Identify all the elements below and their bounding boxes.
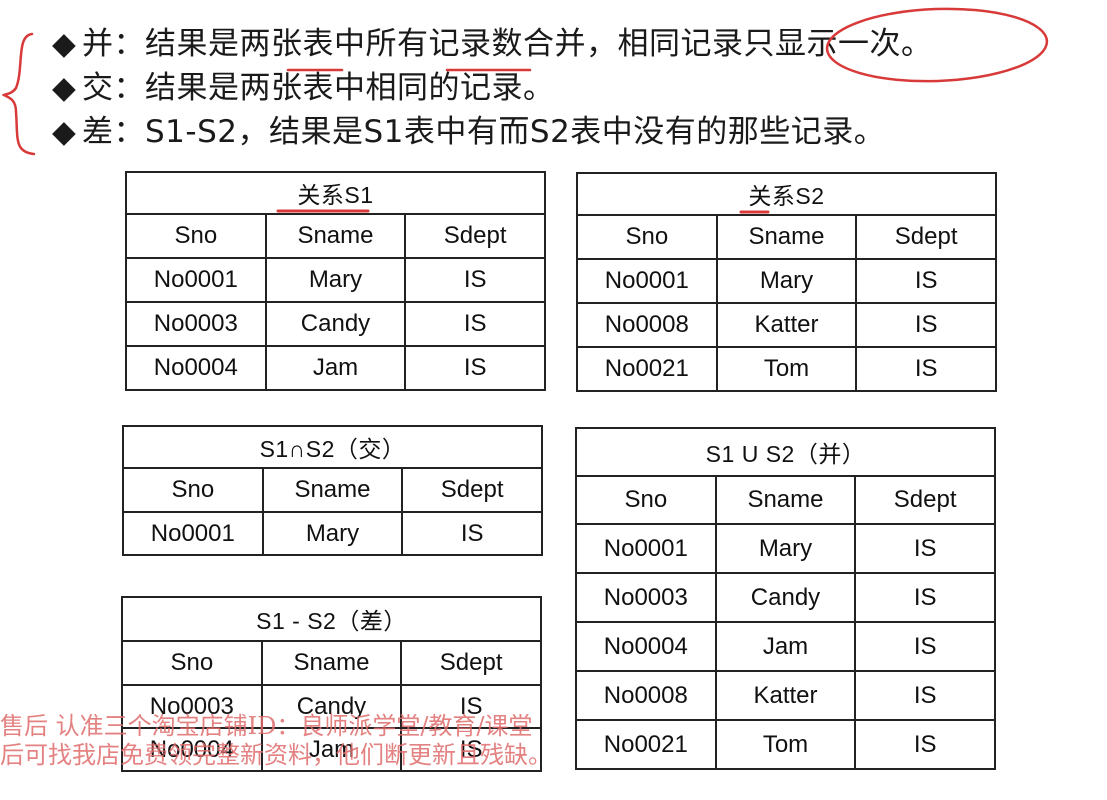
- cell-sno: No0001: [575, 523, 717, 574]
- cell-sname: Mary: [715, 258, 858, 304]
- column-header-sdept: Sdept: [855, 214, 997, 260]
- table-row: No0001 Mary IS: [575, 523, 996, 574]
- cell-sno: No0001: [125, 257, 267, 303]
- table-row: No0001 Mary IS: [125, 257, 546, 303]
- column-header-sno: Sno: [576, 214, 718, 260]
- cell-sdept: IS: [401, 511, 543, 556]
- cell-sname: Mary: [261, 511, 404, 556]
- cell-sno: No0008: [575, 670, 717, 721]
- cell-sdept: IS: [404, 345, 546, 391]
- cell-sname: Candy: [264, 301, 407, 347]
- cell-sdept: IS: [404, 301, 546, 347]
- table-union: S1 U S2（并） Sno Sname Sdept No0001 Mary I…: [575, 427, 996, 770]
- cell-sdept: IS: [855, 258, 997, 304]
- cell-sno: No0004: [575, 621, 717, 672]
- table-difference: S1 - S2（差） Sno Sname Sdept No0003 Candy …: [121, 596, 542, 772]
- cell-sdept: IS: [855, 302, 997, 348]
- column-header-sname: Sname: [264, 213, 407, 259]
- bullet-intersection: ◆ 交：结果是两张表中相同的记录。: [52, 66, 933, 110]
- cell-sdept: IS: [854, 572, 996, 623]
- table-row: No0003 Candy IS: [125, 301, 546, 347]
- column-header-sno: Sno: [122, 467, 264, 513]
- brace-annotation: [2, 32, 36, 156]
- cell-sname: Mary: [714, 523, 857, 574]
- cell-sname: Jam: [714, 621, 857, 672]
- table-row: No0004 Jam IS: [575, 621, 996, 672]
- cell-sno: No0003: [575, 572, 717, 623]
- column-header-sno: Sno: [125, 213, 267, 259]
- bullet-list: ◆ 并：结果是两张表中所有记录数合并，相同记录只显示一次。 ◆ 交：结果是两张表中相…: [52, 22, 933, 154]
- table-row: No0001 Mary IS: [122, 511, 543, 556]
- table-row: No0004 Jam IS: [121, 727, 542, 772]
- cell-sno: No0008: [576, 302, 718, 348]
- bullet-text: 交：结果是两张表中相同的记录。: [82, 70, 555, 106]
- cell-sno: No0001: [576, 258, 718, 304]
- table-row: No0021 Tom IS: [576, 346, 997, 392]
- table-title: S1 - S2（差）: [121, 596, 542, 642]
- column-header-sdept: Sdept: [854, 475, 996, 525]
- column-header-sdept: Sdept: [400, 640, 542, 686]
- cell-sno: No0004: [121, 727, 263, 772]
- table-row: No0004 Jam IS: [125, 345, 546, 391]
- table-intersection: S1∩S2（交） Sno Sname Sdept No0001 Mary IS: [122, 425, 543, 556]
- cell-sdept: IS: [854, 719, 996, 770]
- table-s2: 关系S2 Sno Sname Sdept No0001 Mary IS No00…: [576, 172, 997, 392]
- bullet-union: ◆ 并：结果是两张表中所有记录数合并，相同记录只显示一次。: [52, 22, 933, 66]
- table-row: No0003 Candy IS: [575, 572, 996, 623]
- cell-sname: Tom: [714, 719, 857, 770]
- column-header-sname: Sname: [260, 640, 403, 686]
- cell-sno: No0021: [575, 719, 717, 770]
- column-header-sdept: Sdept: [401, 467, 543, 513]
- bullet-difference: ◆ 差：S1-S2，结果是S1表中有而S2表中没有的那些记录。: [52, 110, 933, 154]
- table-s1: 关系S1 Sno Sname Sdept No0001 Mary IS No00…: [125, 171, 546, 391]
- cell-sdept: IS: [854, 621, 996, 672]
- table-title: 关系S2: [576, 172, 997, 216]
- cell-sno: No0003: [121, 684, 263, 729]
- column-header-sno: Sno: [121, 640, 263, 686]
- table-title: S1∩S2（交）: [122, 425, 543, 469]
- cell-sdept: IS: [854, 523, 996, 574]
- cell-sname: Candy: [714, 572, 857, 623]
- cell-sno: No0003: [125, 301, 267, 347]
- cell-sname: Katter: [714, 670, 857, 721]
- cell-sno: No0001: [122, 511, 264, 556]
- diamond-icon: ◆: [52, 26, 77, 62]
- cell-sname: Jam: [260, 727, 403, 772]
- cell-sname: Candy: [260, 684, 403, 729]
- column-header-sname: Sname: [714, 475, 857, 525]
- cell-sname: Jam: [264, 345, 407, 391]
- column-header-sdept: Sdept: [404, 213, 546, 259]
- table-row: No0001 Mary IS: [576, 258, 997, 304]
- diamond-icon: ◆: [52, 70, 77, 106]
- cell-sname: Tom: [715, 346, 858, 392]
- bullet-text: 并：结果是两张表中所有记录数合并，相同记录只显示一次。: [82, 26, 933, 62]
- diamond-icon: ◆: [52, 114, 77, 150]
- cell-sname: Katter: [715, 302, 858, 348]
- table-title: 关系S1: [125, 171, 546, 215]
- table-row: No0003 Candy IS: [121, 684, 542, 729]
- column-header-sno: Sno: [575, 475, 717, 525]
- table-row: No0008 Katter IS: [576, 302, 997, 348]
- table-title: S1 U S2（并）: [575, 427, 996, 477]
- table-row: No0008 Katter IS: [575, 670, 996, 721]
- column-header-sname: Sname: [261, 467, 404, 513]
- cell-sdept: IS: [404, 257, 546, 303]
- cell-sno: No0021: [576, 346, 718, 392]
- column-header-sname: Sname: [715, 214, 858, 260]
- cell-sdept: IS: [855, 346, 997, 392]
- cell-sname: Mary: [264, 257, 407, 303]
- cell-sdept: IS: [854, 670, 996, 721]
- bullet-text: 差：S1-S2，结果是S1表中有而S2表中没有的那些记录。: [82, 114, 886, 150]
- cell-sdept: IS: [400, 684, 542, 729]
- cell-sno: No0004: [125, 345, 267, 391]
- table-row: No0021 Tom IS: [575, 719, 996, 770]
- cell-sdept: IS: [400, 727, 542, 772]
